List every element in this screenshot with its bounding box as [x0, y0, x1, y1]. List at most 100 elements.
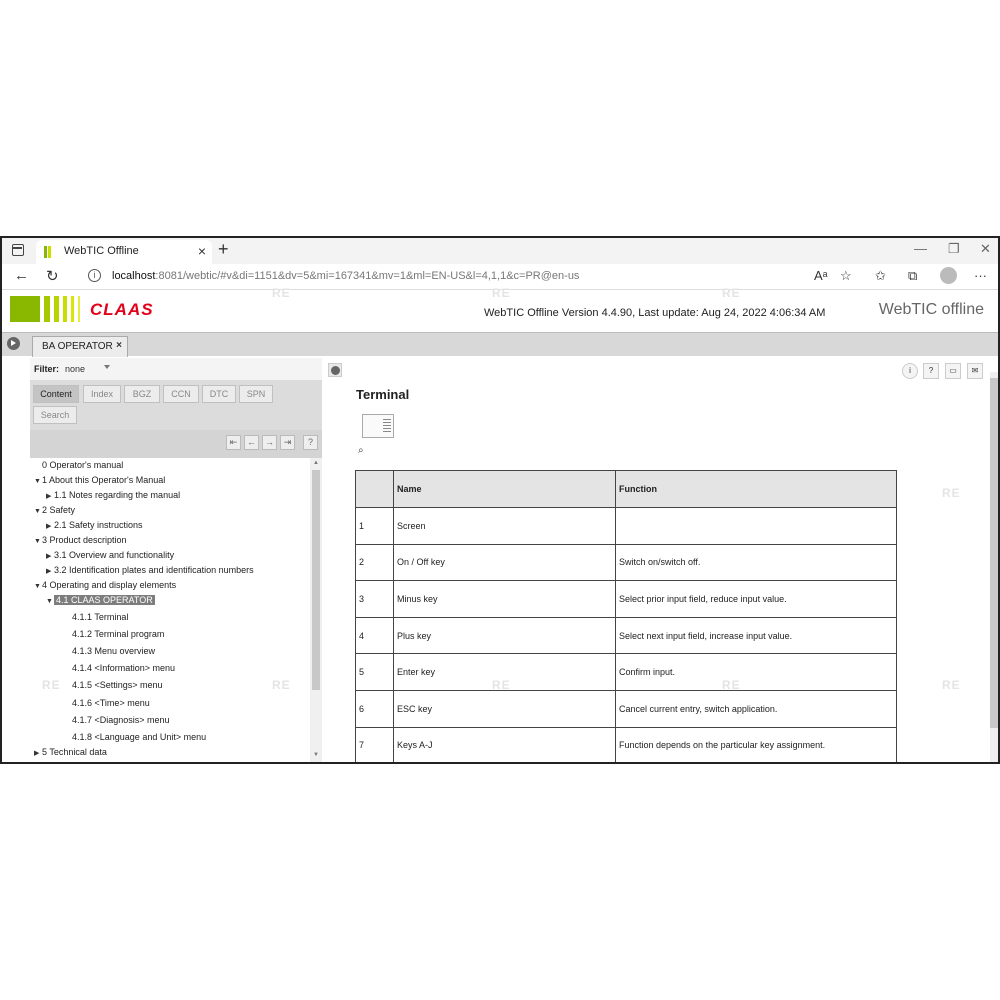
filter-select[interactable]: none — [65, 364, 85, 374]
read-aloud-icon[interactable]: Aᵃ — [814, 268, 828, 283]
tree-item-label: 3.2 Identification plates and identifica… — [54, 565, 254, 575]
table-row: 4 Plus key Select next input field, increa… — [355, 616, 897, 655]
collections-icon[interactable]: ⧉ — [908, 268, 917, 284]
caret-right-icon[interactable]: ▶ — [46, 522, 54, 530]
favorites-icon[interactable]: ✩ — [875, 268, 886, 284]
key-function: Cancel current entry, switch application… — [615, 689, 897, 728]
tree-item[interactable]: ▶ 5 Technical data — [34, 747, 107, 757]
tree-item[interactable]: ▶ 3.2 Identification plates and identific… — [46, 565, 254, 575]
claas-logo: CLAAS — [90, 300, 154, 319]
tree-item[interactable]: 4.1.2 Terminal program — [64, 629, 164, 639]
key-function: Select next input field, increase input … — [615, 616, 897, 655]
minimize-icon[interactable]: — — [914, 241, 927, 256]
first-page-icon[interactable]: ⇤ — [226, 435, 241, 450]
print-icon[interactable]: ▭ — [945, 363, 961, 379]
scroll-up-icon[interactable]: ▲ — [313, 460, 319, 466]
tree-item[interactable]: ▶ 3.1 Overview and functionality — [46, 550, 174, 560]
tree-item[interactable]: ▼3 Product description — [34, 535, 127, 545]
row-number: 4 — [355, 616, 394, 655]
tree-item-label: 1 About this Operator's Manual — [42, 475, 166, 485]
help-icon[interactable]: ? — [923, 363, 939, 379]
scroll-down-icon[interactable]: ▼ — [313, 752, 319, 758]
caret-down-icon[interactable]: ▼ — [34, 583, 42, 590]
navigation-panel: Filter: none Content Index BGZ CCN DTC S… — [30, 358, 322, 762]
content-scroll-thumb[interactable] — [990, 378, 998, 728]
tree-scroll-thumb[interactable] — [312, 470, 320, 690]
key-name: Screen — [393, 507, 616, 545]
previous-page-icon[interactable]: ← — [244, 435, 259, 450]
tab-title: WebTIC Offline — [64, 245, 139, 257]
key-function — [615, 507, 897, 545]
close-tab-icon[interactable]: × — [198, 243, 206, 259]
tree-item[interactable]: 4.1.5 <Settings> menu — [64, 680, 163, 690]
key-name: Plus key — [393, 616, 616, 655]
zoom-icon[interactable]: ⌕ — [358, 445, 364, 456]
tab-content[interactable]: Content — [33, 385, 79, 403]
tab-bar: WebTIC Offline × + — ❐ ✕ — [2, 238, 998, 264]
help-icon[interactable]: ? — [303, 435, 318, 450]
tab-search[interactable]: Search — [33, 406, 77, 424]
back-icon[interactable]: ← — [14, 267, 29, 284]
tree-scrollbar[interactable]: ▲ ▼ — [310, 458, 322, 762]
tree-item-label: 2 Safety — [42, 505, 76, 515]
caret-right-icon[interactable]: ▶ — [46, 492, 54, 500]
profile-avatar[interactable] — [940, 267, 957, 284]
caret-right-icon[interactable]: ▶ — [34, 749, 42, 757]
row-number: 6 — [355, 689, 394, 728]
site-info-icon[interactable]: i — [88, 269, 101, 282]
caret-down-icon[interactable]: ▼ — [46, 598, 54, 605]
tab-ccn[interactable]: CCN — [163, 385, 199, 403]
tree-item-label: 4.1.6 <Time> menu — [72, 698, 150, 708]
filter-label: Filter: — [34, 364, 60, 374]
content-scrollbar[interactable] — [990, 372, 998, 762]
url-text: localhost:8081/webtic/#v&di=1151&dv=5&mi… — [112, 270, 580, 282]
more-options-icon[interactable]: ··· — [974, 268, 987, 283]
close-document-icon[interactable]: × — [116, 340, 122, 351]
tree-item[interactable]: 4.1.1 Terminal — [64, 612, 128, 622]
caret-right-icon[interactable]: ▶ — [46, 552, 54, 560]
caret-right-icon[interactable]: ▶ — [46, 567, 54, 575]
tree-item[interactable]: 4.1.8 <Language and Unit> menu — [64, 732, 206, 742]
key-function: Select prior input field, reduce input v… — [615, 580, 897, 618]
caret-down-icon[interactable]: ▼ — [34, 478, 42, 485]
caret-down-icon[interactable]: ▼ — [34, 538, 42, 545]
tree-item[interactable]: ▶ 2.1 Safety instructions — [46, 520, 143, 530]
tree-item[interactable]: 4.1.4 <Information> menu — [64, 663, 175, 673]
document-tab-label: BA OPERATOR — [42, 341, 113, 352]
tab-actions-icon[interactable] — [12, 244, 24, 256]
row-number: 5 — [355, 653, 394, 691]
terminal-thumbnail[interactable] — [362, 414, 394, 438]
collapse-panel-icon[interactable] — [328, 363, 342, 377]
chevron-down-icon[interactable] — [104, 365, 110, 369]
tree-item-label: 4.1.5 <Settings> menu — [72, 680, 163, 690]
table-row: 7 Keys A-J Function depends on the particu… — [355, 726, 897, 762]
filter-bar: Filter: none — [30, 358, 322, 380]
mail-icon[interactable]: ✉ — [967, 363, 983, 379]
sidebar-toggle-icon[interactable] — [7, 337, 20, 350]
tree-item[interactable]: ▼1 About this Operator's Manual — [34, 475, 165, 485]
restore-icon[interactable]: ❐ — [948, 241, 960, 257]
last-page-icon[interactable]: ⇥ — [280, 435, 295, 450]
tree-item[interactable]: ▼2 Safety — [34, 505, 75, 515]
tree-item[interactable]: 4.1.6 <Time> menu — [64, 698, 150, 708]
browser-tab[interactable]: WebTIC Offline × — [36, 240, 212, 264]
caret-down-icon[interactable]: ▼ — [34, 508, 42, 515]
tree-item[interactable]: 4.1.7 <Diagnosis> menu — [64, 715, 170, 725]
add-favorite-icon[interactable]: ☆ — [840, 268, 852, 284]
reload-icon[interactable]: ↻ — [46, 267, 59, 285]
tab-index[interactable]: Index — [83, 385, 121, 403]
next-page-icon[interactable]: → — [262, 435, 277, 450]
tab-dtc[interactable]: DTC — [202, 385, 236, 403]
tab-bgz[interactable]: BGZ — [124, 385, 160, 403]
info-icon[interactable]: i — [902, 363, 918, 379]
tree-item[interactable]: ▼4 Operating and display elements — [34, 580, 176, 590]
close-window-icon[interactable]: ✕ — [980, 241, 991, 257]
tree-item[interactable]: ▼ 4.1 CLAAS OPERATOR — [46, 595, 155, 605]
tree-item[interactable]: ▶ 1.1 Notes regarding the manual — [46, 490, 180, 500]
document-tab[interactable]: BA OPERATOR × — [32, 336, 128, 357]
new-tab-icon[interactable]: + — [218, 239, 229, 260]
tree-item[interactable]: 4.1.3 Menu overview — [64, 646, 155, 656]
tab-spn[interactable]: SPN — [239, 385, 273, 403]
tree-item[interactable]: 0 Operator's manual — [34, 460, 123, 470]
address-bar[interactable]: i localhost:8081/webtic/#v&di=1151&dv=5&… — [82, 266, 882, 287]
